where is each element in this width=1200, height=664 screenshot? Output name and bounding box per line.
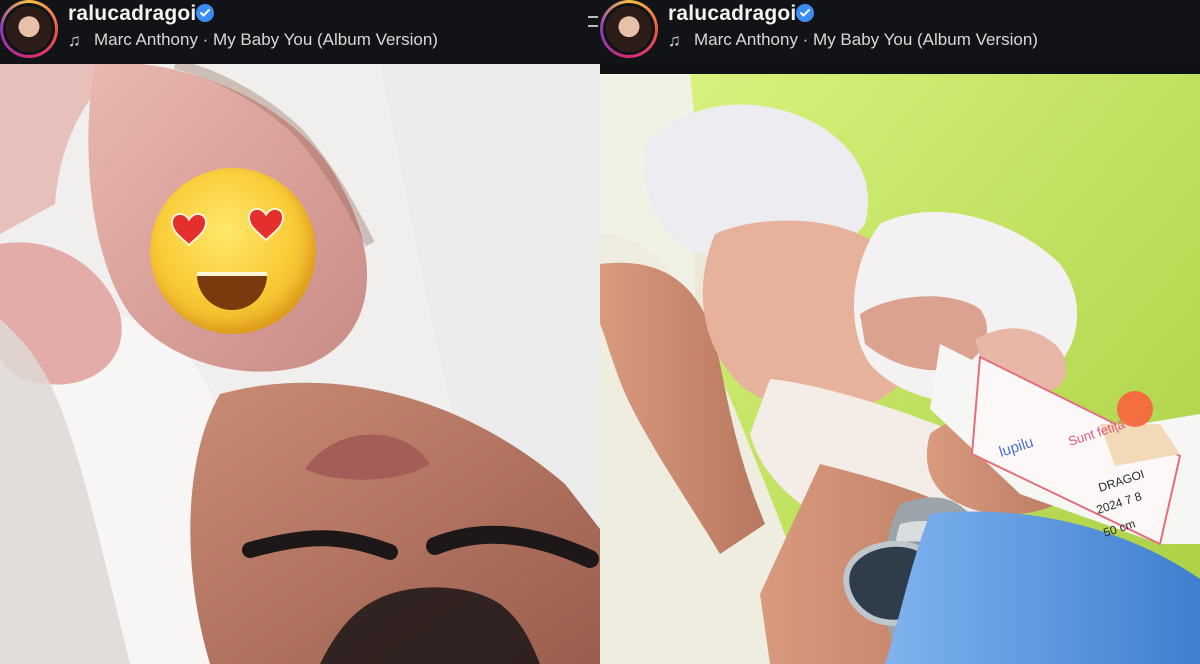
heart-icon <box>171 213 207 247</box>
avatar-photo <box>606 6 652 52</box>
music-note-icon: ♫ <box>68 31 81 50</box>
check-icon <box>200 9 210 17</box>
username[interactable]: ralucadragoi <box>68 2 196 26</box>
username[interactable]: ralucadragoi <box>668 2 796 26</box>
check-icon <box>800 9 810 17</box>
music-track[interactable]: Marc Anthony · My Baby You (Album Versio… <box>94 30 438 50</box>
story-photo-left <box>0 64 600 664</box>
heart-icon <box>248 208 284 242</box>
story-panel-right: ralucadragoi ♫ Marc Anthony · My Baby Yo… <box>600 0 1200 664</box>
music-note-icon: ♫ <box>668 31 681 50</box>
menu-icon[interactable] <box>588 16 598 36</box>
avatar[interactable] <box>600 0 658 58</box>
verified-badge-icon <box>796 4 814 22</box>
story-panel-left: ralucadragoi ♫ Marc Anthony · My Baby Yo… <box>0 0 600 664</box>
story-header: ralucadragoi ♫ Marc Anthony · My Baby Yo… <box>0 0 600 64</box>
emoji-mouth <box>197 272 267 310</box>
avatar-inner <box>3 3 55 55</box>
music-track[interactable]: Marc Anthony · My Baby You (Album Versio… <box>694 30 1038 50</box>
avatar-inner <box>603 3 655 55</box>
verified-badge-icon <box>196 4 214 22</box>
avatar[interactable] <box>0 0 58 58</box>
avatar-photo <box>6 6 52 52</box>
heart-eyes-emoji-left <box>150 168 316 334</box>
story-header: ralucadragoi ♫ Marc Anthony · My Baby Yo… <box>600 0 1200 64</box>
story-photo-right: lupilu Sunt fetiță DRAGOI 2024 7 8 50 cm <box>600 74 1200 664</box>
